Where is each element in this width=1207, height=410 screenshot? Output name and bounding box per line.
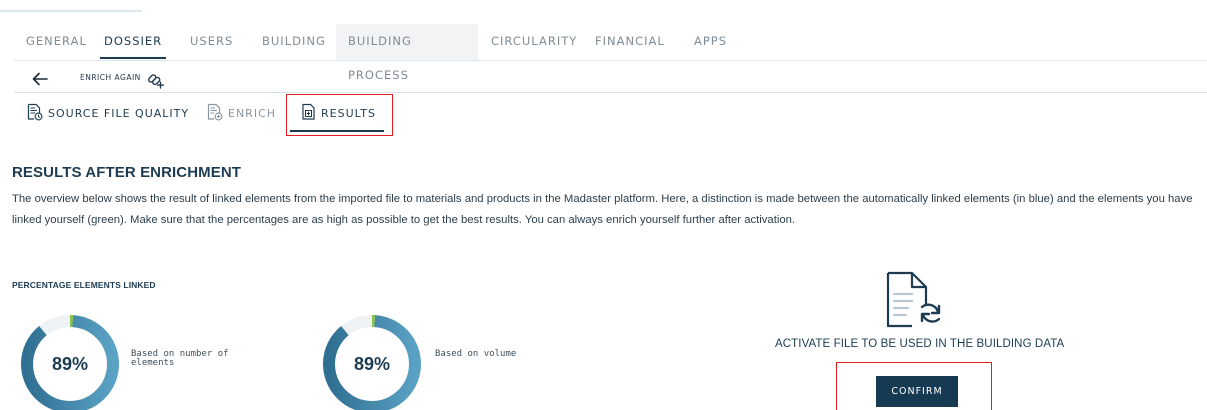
donut-chart-volume: 89%: [320, 312, 424, 410]
tab-apps[interactable]: APPS: [694, 24, 727, 60]
tab-financial[interactable]: FINANCIAL: [595, 24, 665, 60]
enrich-again-button[interactable]: ENRICH AGAIN: [80, 73, 141, 82]
link-plus-icon[interactable]: [146, 69, 166, 89]
document-quality-icon: [26, 103, 44, 124]
subtab-label: SOURCE FILE QUALITY: [48, 106, 190, 120]
tab-circularity[interactable]: CIRCULARITY: [491, 24, 577, 60]
tab-building[interactable]: BUILDING: [262, 24, 326, 60]
tab-dossier[interactable]: DOSSIER: [99, 24, 167, 60]
donut-caption: Based on number of elements: [131, 349, 229, 368]
sub-toolbar: ENRICH AGAIN: [0, 66, 1207, 92]
subtab-source-file-quality[interactable]: SOURCE FILE QUALITY: [26, 102, 189, 124]
tab-general[interactable]: GENERAL: [26, 24, 87, 60]
percentage-heading: PERCENTAGE ELEMENTS LINKED: [12, 280, 156, 290]
page-title: RESULTS AFTER ENRICHMENT: [12, 164, 242, 181]
activate-file-text: ACTIVATE FILE TO BE USED IN THE BUILDING…: [775, 338, 1065, 350]
dossier-subtabs: SOURCE FILE QUALITY ENRICH RESULTS: [0, 96, 1207, 136]
subtab-label: ENRICH: [228, 106, 277, 120]
nav-divider: [14, 60, 1207, 61]
donut-chart-elements: 89%: [18, 312, 122, 410]
subtab-enrich[interactable]: ENRICH: [206, 102, 276, 124]
confirm-button[interactable]: CONFIRM: [876, 376, 958, 407]
results-tab-underline: [290, 130, 384, 132]
donut-caption: Based on volume: [435, 349, 517, 359]
toolbar-divider: [14, 92, 1207, 93]
section-description: The overview below shows the result of l…: [12, 193, 1193, 226]
percentage-value: 89%: [353, 353, 391, 374]
tab-users[interactable]: USERS: [190, 24, 233, 60]
tab-building-process[interactable]: BUILDING PROCESS: [336, 24, 478, 82]
document-results-icon: [301, 103, 317, 124]
top-accent-line: [0, 10, 142, 12]
main-nav: GENERAL DOSSIER USERS BUILDING BUILDING …: [0, 24, 1207, 82]
document-enrich-icon: [206, 103, 224, 124]
subtab-results[interactable]: RESULTS: [301, 102, 376, 124]
file-refresh-icon: [882, 270, 946, 332]
arrow-left-icon[interactable]: [30, 70, 50, 88]
percentage-value: 89%: [51, 353, 89, 374]
subtab-label: RESULTS: [321, 106, 376, 120]
